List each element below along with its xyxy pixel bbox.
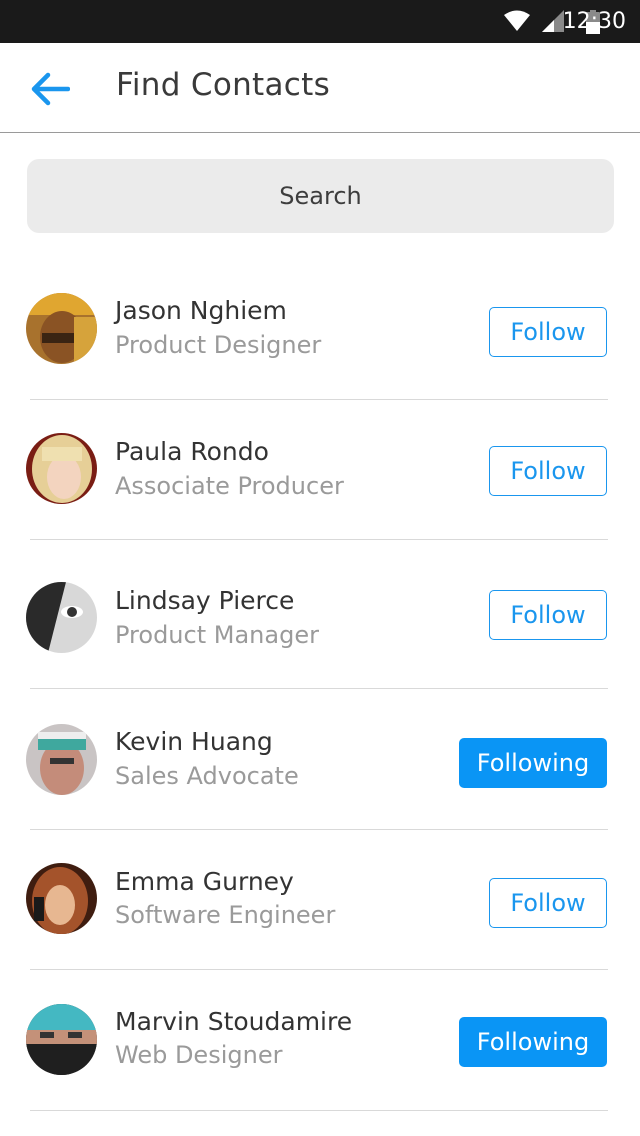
contact-role: Associate Producer (115, 472, 344, 500)
avatar (26, 724, 97, 795)
search-label: Search (279, 182, 362, 210)
contact-name: Emma Gurney (115, 867, 294, 896)
status-bar: 12:30 (0, 0, 640, 43)
search-input[interactable]: Search (27, 159, 614, 233)
arrow-left-icon (31, 72, 70, 106)
status-time: 12:30 (562, 9, 626, 34)
following-button[interactable]: Following (459, 738, 607, 788)
divider (30, 1110, 608, 1111)
back-button[interactable] (22, 65, 78, 113)
contact-role: Product Manager (115, 621, 319, 649)
contact-name: Jason Nghiem (115, 296, 287, 325)
contact-role: Product Designer (115, 331, 322, 359)
list-item[interactable]: Kevin Huang Sales Advocate Following (0, 689, 640, 830)
contact-role: Sales Advocate (115, 762, 299, 790)
follow-button[interactable]: Follow (489, 878, 607, 928)
list-item[interactable]: Marvin Stoudamire Web Designer Following (0, 970, 640, 1111)
contact-name: Paula Rondo (115, 437, 269, 466)
avatar (26, 1004, 97, 1075)
contact-name: Lindsay Pierce (115, 586, 295, 615)
avatar (26, 433, 97, 504)
signal-icon (542, 10, 564, 32)
list-item[interactable]: Emma Gurney Software Engineer Follow (0, 830, 640, 970)
page-title: Find Contacts (116, 67, 331, 103)
contact-name: Marvin Stoudamire (115, 1007, 353, 1036)
app-bar: Find Contacts (0, 43, 640, 133)
avatar (26, 582, 97, 653)
follow-button[interactable]: Follow (489, 590, 607, 640)
contact-role: Web Designer (115, 1041, 283, 1069)
list-item[interactable]: Jason Nghiem Product Designer Follow (0, 260, 640, 400)
following-button[interactable]: Following (459, 1017, 607, 1067)
avatar (26, 293, 97, 364)
list-item[interactable]: Lindsay Pierce Product Manager Follow (0, 540, 640, 689)
avatar (26, 863, 97, 934)
list-item[interactable]: Paula Rondo Associate Producer Follow (0, 400, 640, 540)
follow-button[interactable]: Follow (489, 446, 607, 496)
contact-name: Kevin Huang (115, 727, 273, 756)
wifi-icon (504, 10, 530, 31)
follow-button[interactable]: Follow (489, 307, 607, 357)
contact-role: Software Engineer (115, 901, 336, 929)
